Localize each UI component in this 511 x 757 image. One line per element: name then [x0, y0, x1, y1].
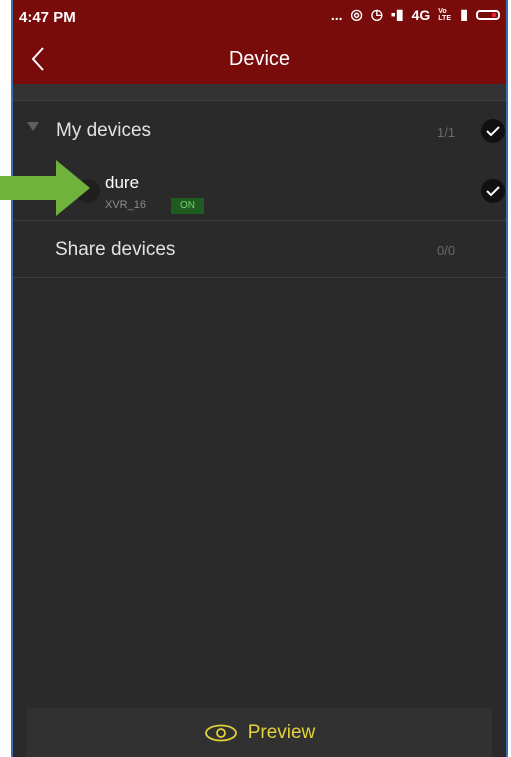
check-icon: [486, 186, 500, 197]
device-name: dure: [105, 173, 140, 192]
phone-screen: 4:47 PM ... ◎ ◷ ▪▮ 4G Vo LTE ▮ Device My…: [11, 0, 508, 757]
divider-strip: [13, 84, 506, 101]
signal-icon: ▪▮: [390, 6, 404, 22]
status-bar: 4:47 PM ... ◎ ◷ ▪▮ 4G Vo LTE ▮: [13, 0, 506, 34]
device-model: XVR_16: [105, 199, 146, 211]
my-devices-group-header[interactable]: My devices 1/1: [13, 101, 506, 161]
network-type-icon: 4G: [411, 6, 431, 23]
preview-label: Preview: [247, 721, 316, 743]
share-devices-label: Share devices: [55, 239, 176, 260]
share-devices-count: 0/0: [437, 243, 456, 258]
status-icons: ... ◎ ◷ ▪▮ 4G Vo LTE ▮: [331, 6, 500, 23]
eye-icon: [204, 724, 237, 741]
volte-icon: Vo LTE: [438, 7, 451, 22]
status-time: 4:47 PM: [19, 9, 76, 26]
my-devices-count: 1/1: [437, 125, 456, 140]
page-title: Device: [228, 48, 291, 70]
check-icon: [486, 126, 500, 137]
preview-button[interactable]: Preview: [27, 708, 492, 757]
share-devices-group-header[interactable]: Share devices 0/0: [13, 222, 506, 278]
my-devices-label: My devices: [56, 120, 152, 141]
arrow-annotation-icon: [0, 160, 90, 216]
battery-icon: [476, 9, 500, 20]
signal-2-icon: ▮: [460, 6, 468, 22]
status-badge: ON: [171, 198, 204, 214]
device-checkbox[interactable]: [481, 179, 505, 203]
alarm-icon: ◷: [370, 6, 383, 22]
nav-bar: Device: [13, 34, 506, 84]
more-dots-icon: ...: [330, 6, 343, 23]
caret-down-icon: [27, 122, 39, 131]
hotspot-icon: ◎: [350, 6, 363, 22]
my-devices-select-all-checkbox[interactable]: [481, 119, 505, 143]
